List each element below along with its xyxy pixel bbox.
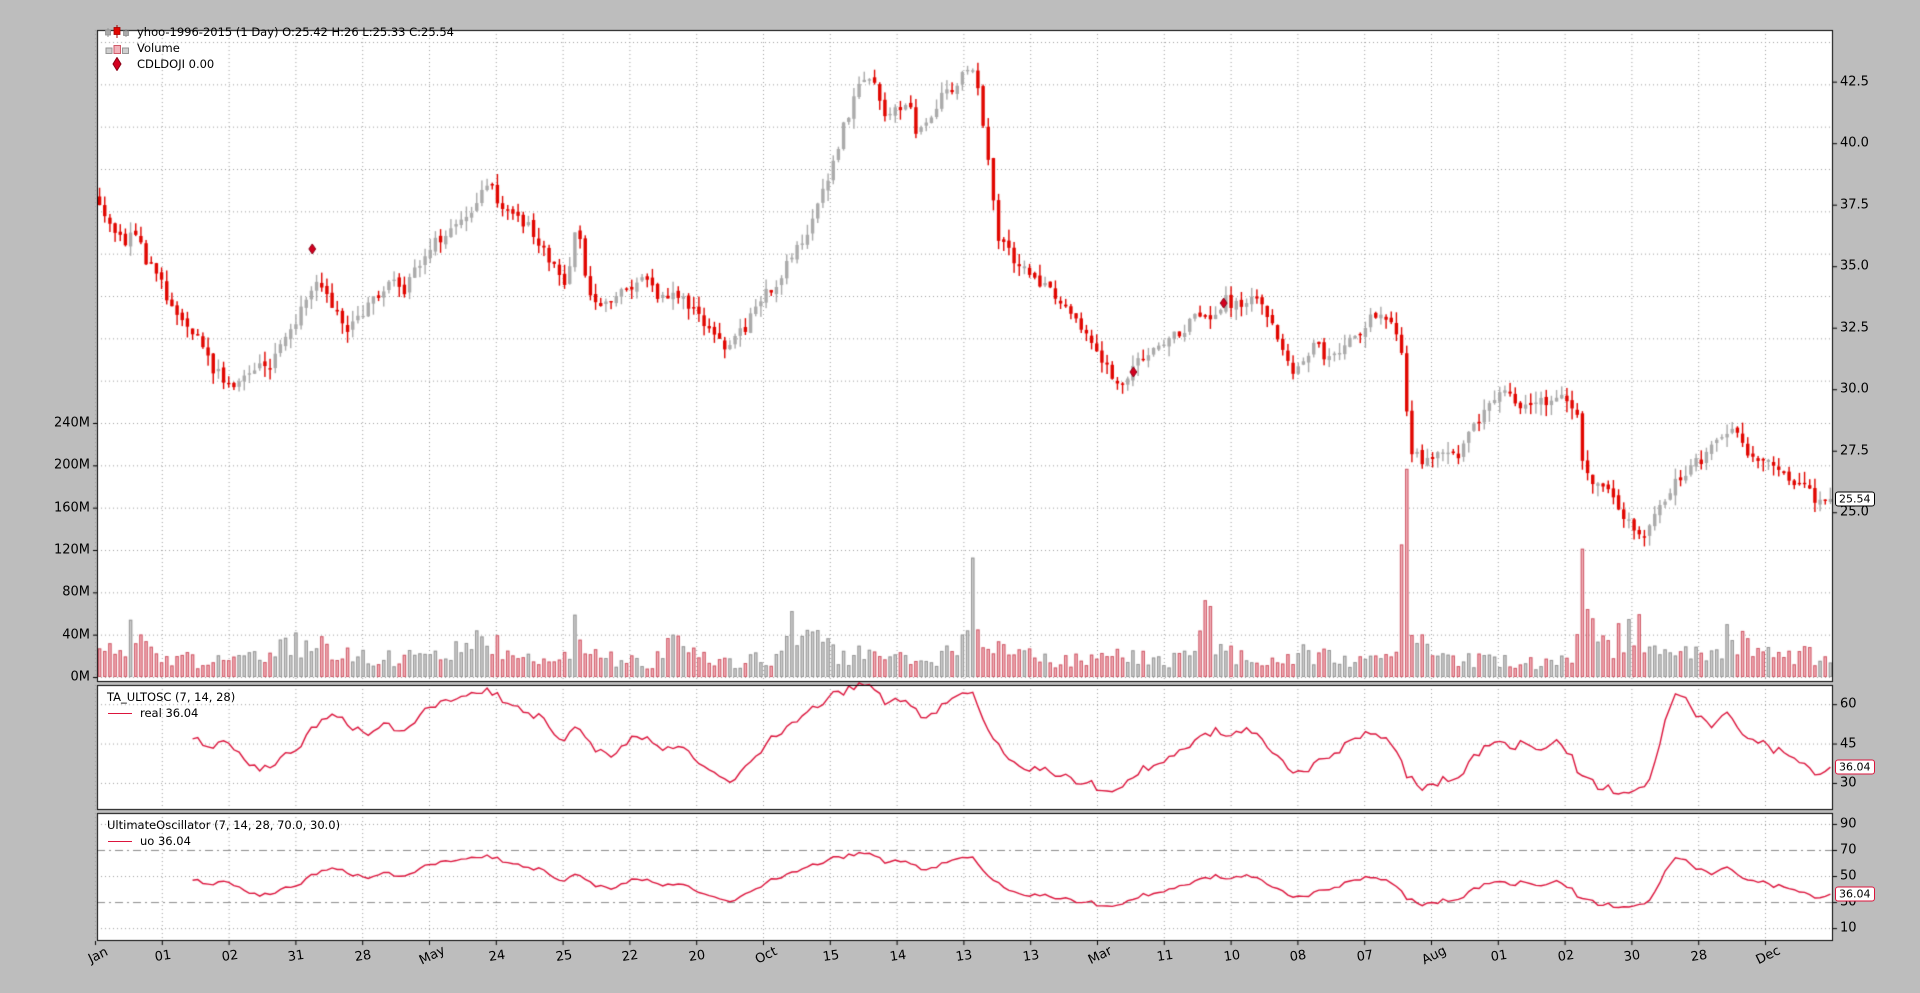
legend-item-uo: uo 36.04 (107, 833, 340, 849)
backtrader-plot-window: yhoo-1996-2015 (1 Day) O:25.42 H:26 L:25… (0, 0, 1920, 993)
ultosc-tick-label: 60 (1840, 697, 1857, 712)
volume-tick-label: 80M (62, 585, 90, 600)
legend-item-volume: Volume (104, 40, 454, 56)
volume-tick-label: 0M (71, 670, 91, 685)
date-tick-label: 14 (888, 948, 906, 965)
legend-doji-label: CDLDOJI 0.00 (137, 56, 214, 72)
date-tick-label: 30 (1623, 948, 1641, 965)
date-tick-label: 22 (621, 948, 639, 965)
volume-tick-label: 40M (62, 627, 90, 642)
price-tick-label: 27.5 (1840, 443, 1869, 458)
date-tick-label: 25 (554, 948, 572, 965)
date-tick-label: 20 (688, 948, 706, 965)
doji-diamond-icon (104, 57, 130, 71)
panel3-title: UltimateOscillator (7, 14, 28, 70.0, 30.… (107, 817, 340, 833)
price-tick-label: 25.0 (1840, 505, 1869, 520)
panel2-title: TA_ULTOSC (7, 14, 28) (107, 689, 235, 705)
price-tick-label: 37.5 (1840, 197, 1869, 212)
legend-item-ultosc: real 36.04 (107, 705, 235, 721)
date-tick-label: 02 (220, 948, 238, 965)
ultosc-tick-label: 45 (1840, 736, 1857, 751)
panel2-series-label: real 36.04 (140, 705, 198, 721)
price-tick-label: 40.0 (1840, 136, 1869, 151)
ultosc-value-tag: 36.04 (1835, 760, 1875, 775)
date-tick-label: 01 (1490, 948, 1508, 965)
uo-value-tag: 36.04 (1835, 887, 1875, 902)
price-tick-label: 35.0 (1840, 259, 1869, 274)
date-tick-label: 01 (154, 948, 172, 965)
uo-tick-label: 90 (1840, 816, 1857, 831)
volume-tick-label: 120M (54, 543, 90, 558)
date-tick-label: 08 (1289, 948, 1307, 965)
line-sample-icon (107, 841, 133, 842)
legend-item-series: yhoo-1996-2015 (1 Day) O:25.42 H:26 L:25… (104, 24, 454, 40)
legend-item-doji: CDLDOJI 0.00 (104, 56, 454, 72)
date-tick-label: 24 (488, 948, 506, 965)
volume-bars-icon (104, 41, 130, 55)
date-tick-label: 31 (287, 948, 305, 965)
date-tick-label: 13 (1022, 948, 1040, 965)
volume-tick-label: 240M (54, 416, 90, 431)
date-tick-label: 28 (1690, 948, 1708, 965)
ultosc-tick-label: 30 (1840, 775, 1857, 790)
price-tick-label: 30.0 (1840, 382, 1869, 397)
legend-panel3: UltimateOscillator (7, 14, 28, 70.0, 30.… (107, 817, 340, 849)
date-tick-label: 28 (354, 948, 372, 965)
legend-volume-label: Volume (137, 40, 180, 56)
date-tick-label: 11 (1156, 948, 1174, 965)
volume-tick-label: 160M (54, 500, 90, 515)
uo-tick-label: 10 (1840, 921, 1857, 936)
price-tick-label: 32.5 (1840, 320, 1869, 335)
volume-tick-label: 200M (54, 458, 90, 473)
uo-tick-label: 50 (1840, 869, 1857, 884)
price-tick-label: 42.5 (1840, 74, 1869, 89)
date-tick-label: 10 (1222, 948, 1240, 965)
date-tick-label: 02 (1556, 948, 1574, 965)
date-tick-label: 13 (955, 948, 973, 965)
legend-main: yhoo-1996-2015 (1 Day) O:25.42 H:26 L:25… (104, 24, 454, 72)
legend-series-label: yhoo-1996-2015 (1 Day) O:25.42 H:26 L:25… (137, 24, 454, 40)
last-price-tag: 25.54 (1835, 491, 1875, 506)
legend-panel2: TA_ULTOSC (7, 14, 28) real 36.04 (107, 689, 235, 721)
date-tick-label: 15 (822, 948, 840, 965)
uo-tick-label: 70 (1840, 842, 1857, 857)
panel3-series-label: uo 36.04 (140, 833, 191, 849)
date-tick-label: 07 (1356, 948, 1374, 965)
line-sample-icon (107, 713, 133, 714)
candlestick-icon (104, 25, 130, 39)
